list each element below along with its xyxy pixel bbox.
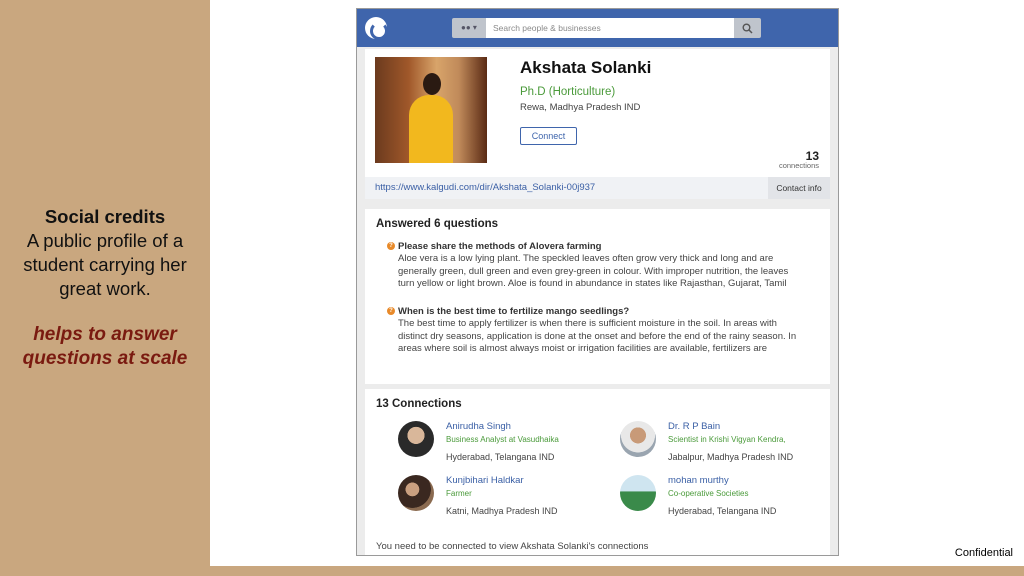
connection-location: Hyderabad, Telangana IND	[668, 506, 777, 516]
answer-line: areas where soil is almost always moist …	[398, 343, 768, 354]
search-icon	[742, 23, 753, 34]
profile-url-link[interactable]: https://www.kalgudi.com/dir/Akshata_Sola…	[375, 182, 595, 193]
connection-name[interactable]: Anirudha Singh	[446, 421, 511, 432]
connection-role: Business Analyst at Vasudhaika	[446, 435, 559, 444]
avatar[interactable]	[620, 421, 656, 457]
connection-location: Hyderabad, Telangana IND	[446, 452, 555, 462]
connection-name[interactable]: mohan murthy	[668, 475, 729, 486]
app-logo-icon[interactable]	[365, 17, 388, 40]
profile-degree: Ph.D (Horticulture)	[520, 86, 616, 98]
connection-role: Scientist in Krishi Vigyan Kendra,	[668, 435, 786, 444]
answers-card: Answered 6 questions ? Please share the …	[365, 209, 830, 384]
qa-item[interactable]: ? When is the best time to fertilize man…	[387, 306, 818, 356]
answer-line: The best time to apply fertilizer is whe…	[398, 318, 777, 329]
profile-screenshot: ●● ▾ Akshata Solanki Ph.D (Horticulture)…	[356, 8, 839, 556]
connections-card: 13 Connections Anirudha Singh Business A…	[365, 389, 830, 555]
question-text[interactable]: When is the best time to fertilize mango…	[398, 306, 818, 318]
question-text[interactable]: Please share the methods of Alovera farm…	[398, 241, 818, 253]
connection-role: Farmer	[446, 489, 472, 498]
connection-item[interactable]: Kunjbihari Haldkar Farmer Katni, Madhya …	[398, 475, 598, 520]
slide-body: A public profile of a student carrying h…	[23, 230, 187, 299]
answer-line: turn yellow or light brown. Aloe is foun…	[398, 278, 787, 289]
connection-location: Katni, Madhya Pradesh IND	[446, 506, 558, 516]
search-input[interactable]	[486, 18, 734, 38]
answer-line: generally green, dull green and even gre…	[398, 265, 789, 277]
qa-item[interactable]: ? Please share the methods of Alovera fa…	[387, 241, 818, 291]
connection-item[interactable]: mohan murthy Co-operative Societies Hyde…	[620, 475, 820, 520]
slide-bottom-bar	[210, 566, 1024, 576]
profile-location: Rewa, Madhya Pradesh IND	[520, 102, 641, 113]
connection-name[interactable]: Dr. R P Bain	[668, 421, 720, 432]
photo-body	[409, 95, 453, 163]
slide-caption: Social credits A public profile of a stu…	[0, 205, 210, 371]
connection-location: Jabalpur, Madhya Pradesh IND	[668, 452, 794, 462]
answers-title: Answered 6 questions	[376, 218, 499, 230]
profile-name: Akshata Solanki	[520, 58, 652, 77]
connection-item[interactable]: Anirudha Singh Business Analyst at Vasud…	[398, 421, 598, 466]
contact-info-button[interactable]: Contact info	[768, 177, 830, 199]
avatar[interactable]	[620, 475, 656, 511]
question-icon: ?	[387, 307, 395, 315]
photo-head	[423, 73, 441, 95]
connections-title: 13 Connections	[376, 398, 462, 410]
avatar[interactable]	[398, 475, 434, 511]
top-navbar: ●● ▾	[357, 9, 838, 47]
profile-photo	[375, 57, 487, 163]
connect-button[interactable]: Connect	[520, 127, 577, 145]
slide-title: Social credits	[44, 206, 166, 227]
avatar[interactable]	[398, 421, 434, 457]
slide-emphasis: helps to answer questions at scale	[22, 324, 188, 369]
question-icon: ?	[387, 242, 395, 250]
connection-role: Co-operative Societies	[668, 489, 749, 498]
search-button[interactable]	[734, 18, 761, 38]
connections-count-label: connections	[778, 161, 819, 170]
answer-line: distinct dry seasons, application is don…	[398, 330, 797, 342]
profile-card: Akshata Solanki Ph.D (Horticulture) Rewa…	[365, 49, 830, 199]
confidential-label: Confidential	[954, 547, 1013, 559]
answer-line: Aloe vera is a low lying plant. The spec…	[398, 253, 774, 264]
people-scope-icon[interactable]: ●● ▾	[452, 18, 486, 38]
connection-name[interactable]: Kunjbihari Haldkar	[446, 475, 524, 486]
connection-item[interactable]: Dr. R P Bain Scientist in Krishi Vigyan …	[620, 421, 820, 466]
connections-note: You need to be connected to view Akshata…	[376, 541, 649, 552]
profile-url-bar: https://www.kalgudi.com/dir/Akshata_Sola…	[365, 177, 830, 199]
